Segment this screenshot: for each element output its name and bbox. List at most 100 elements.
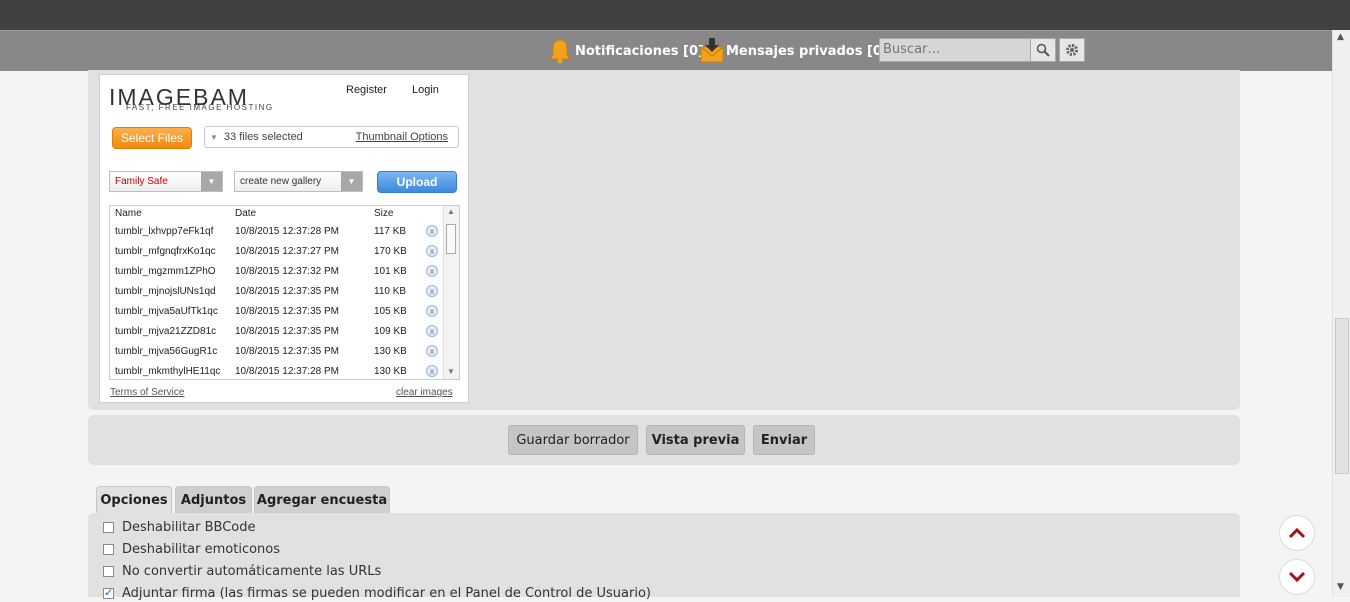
file-name: tumblr_mjva56GugR1c: [115, 346, 218, 357]
scrollbar-thumb[interactable]: [1335, 318, 1349, 474]
file-date: 10/8/2015 12:37:35 PM: [235, 346, 339, 357]
file-date: 10/8/2015 12:37:28 PM: [235, 366, 339, 377]
file-size: 105 KB: [374, 306, 407, 317]
remove-file-icon[interactable]: x: [426, 365, 438, 377]
column-date: Date: [235, 208, 257, 219]
bell-icon: [549, 39, 571, 64]
file-name: tumblr_mjnojslUNs1qd: [115, 286, 216, 297]
dropdown-arrow-icon: ▼: [201, 172, 222, 191]
scroll-up-arrow-icon[interactable]: ▲: [447, 207, 455, 216]
column-name: Name: [115, 208, 142, 219]
chevron-up-icon: [1288, 527, 1306, 539]
file-list-scrollbar[interactable]: ▲ ▼: [443, 206, 459, 379]
scroll-to-top-button[interactable]: [1279, 515, 1315, 551]
files-selected-text: 33 files selected: [223, 131, 303, 143]
upload-button[interactable]: Upload: [377, 171, 457, 193]
register-link[interactable]: Register: [346, 84, 387, 96]
clear-images-link[interactable]: clear images: [396, 387, 453, 398]
file-list-scroll-thumb[interactable]: [446, 224, 456, 254]
option-label: Deshabilitar emoticonos: [122, 541, 281, 557]
files-selected-box: ▼ 33 files selected Thumbnail Options: [204, 126, 459, 148]
file-row: tumblr_mjnojslUNs1qd 10/8/2015 12:37:35 …: [110, 282, 443, 302]
file-date: 10/8/2015 12:37:35 PM: [235, 326, 339, 337]
tab-attachments[interactable]: Adjuntos: [175, 486, 252, 513]
file-row: tumblr_mjva21ZZD81c 10/8/2015 12:37:35 P…: [110, 322, 443, 342]
option-disable-bbcode[interactable]: Deshabilitar BBCode: [103, 518, 256, 536]
file-size: 109 KB: [374, 326, 407, 337]
checkbox[interactable]: [103, 543, 114, 555]
option-label: Adjuntar firma (las firmas se pueden mod…: [122, 585, 651, 601]
notifications-link[interactable]: Notificaciones [0]: [575, 31, 704, 71]
option-label: Deshabilitar BBCode: [122, 519, 256, 535]
login-link[interactable]: Login: [412, 84, 439, 96]
scroll-down-arrow-icon[interactable]: ▼: [1337, 582, 1344, 592]
terms-of-service-link[interactable]: Terms of Service: [110, 387, 184, 398]
thumbnail-options-link[interactable]: Thumbnail Options: [356, 131, 448, 143]
file-date: 10/8/2015 12:37:32 PM: [235, 266, 339, 277]
advanced-search-button[interactable]: [1059, 38, 1085, 62]
checkbox[interactable]: [103, 565, 114, 577]
content-type-select[interactable]: Family Safe ▼: [109, 171, 223, 192]
file-name: tumblr_mgzmm1ZPhO: [115, 266, 216, 277]
save-draft-button[interactable]: Guardar borrador: [508, 425, 638, 455]
remove-file-icon[interactable]: x: [426, 325, 438, 337]
file-name: tumblr_mjva5aUfTk1qc: [115, 306, 218, 317]
private-messages-link[interactable]: Mensajes privados [0]: [726, 31, 888, 71]
file-row: tumblr_mfgnqfrxKo1qc 10/8/2015 12:37:27 …: [110, 242, 443, 262]
file-list-header: Name Date Size: [110, 206, 443, 222]
remove-file-icon[interactable]: x: [426, 265, 438, 277]
file-row: tumblr_mjva56GugR1c 10/8/2015 12:37:35 P…: [110, 342, 443, 362]
option-attach-signature[interactable]: Adjuntar firma (las firmas se pueden mod…: [103, 584, 651, 602]
file-size: 170 KB: [374, 246, 407, 257]
file-name: tumblr_lxhvpp7eFk1qf: [115, 226, 214, 237]
option-disable-magic-url[interactable]: No convertir automáticamente las URLs: [103, 562, 381, 580]
submit-button[interactable]: Enviar: [753, 425, 815, 455]
notifications-label: Notificaciones [0]: [575, 43, 704, 59]
header-bar: Notificaciones [0] Mensajes privados [0]: [0, 30, 1332, 71]
gallery-select[interactable]: create new gallery ▼: [234, 171, 363, 192]
file-date: 10/8/2015 12:37:35 PM: [235, 286, 339, 297]
checkbox[interactable]: [103, 521, 114, 533]
file-row: tumblr_mjva5aUfTk1qc 10/8/2015 12:37:35 …: [110, 302, 443, 322]
file-name: tumblr_mfgnqfrxKo1qc: [115, 246, 216, 257]
gear-icon: [1066, 44, 1078, 56]
file-date: 10/8/2015 12:37:35 PM: [235, 306, 339, 317]
search-icon: [1036, 43, 1050, 57]
file-size: 110 KB: [374, 286, 407, 297]
dropdown-arrow-icon: ▼: [341, 172, 362, 191]
file-row: tumblr_mgzmm1ZPhO 10/8/2015 12:37:32 PM …: [110, 262, 443, 282]
file-date: 10/8/2015 12:37:28 PM: [235, 226, 339, 237]
content-type-value: Family Safe: [115, 176, 168, 187]
preview-button[interactable]: Vista previa: [646, 425, 745, 455]
page-scrollbar[interactable]: ▲ ▼: [1332, 30, 1350, 597]
imagebam-uploader: IMAGEBAM FAST, FREE IMAGE HOSTING Regist…: [99, 74, 469, 403]
tab-add-poll[interactable]: Agregar encuesta: [254, 486, 390, 513]
scroll-up-arrow-icon[interactable]: ▲: [1337, 32, 1344, 42]
tab-options[interactable]: Opciones: [96, 486, 172, 513]
option-label: No convertir automáticamente las URLs: [122, 563, 382, 579]
gallery-value: create new gallery: [240, 176, 322, 187]
file-row: tumblr_mkmthylHE11qc 10/8/2015 12:37:28 …: [110, 362, 443, 379]
file-size: 117 KB: [374, 226, 407, 237]
file-row: tumblr_lxhvpp7eFk1qf 10/8/2015 12:37:28 …: [110, 222, 443, 242]
file-name: tumblr_mkmthylHE11qc: [115, 366, 221, 377]
remove-file-icon[interactable]: x: [426, 285, 438, 297]
remove-file-icon[interactable]: x: [426, 245, 438, 257]
search-button[interactable]: [1030, 38, 1056, 62]
option-disable-smilies[interactable]: Deshabilitar emoticonos: [103, 540, 280, 558]
remove-file-icon[interactable]: x: [426, 305, 438, 317]
file-size: 130 KB: [374, 366, 407, 377]
remove-file-icon[interactable]: x: [426, 345, 438, 357]
file-size: 101 KB: [374, 266, 407, 277]
select-files-button[interactable]: Select Files: [112, 127, 192, 149]
remove-file-icon[interactable]: x: [426, 225, 438, 237]
scroll-down-arrow-icon[interactable]: ▼: [447, 367, 455, 376]
file-size: 130 KB: [374, 346, 407, 357]
search-input[interactable]: [879, 38, 1032, 62]
inbox-icon: [700, 38, 724, 63]
file-date: 10/8/2015 12:37:27 PM: [235, 246, 339, 257]
messages-label: Mensajes privados [0]: [726, 43, 888, 59]
scroll-to-bottom-button[interactable]: [1279, 559, 1315, 595]
file-list: Name Date Size tumblr_lxhvpp7eFk1qf 10/8…: [109, 205, 460, 380]
triangle-down-icon: ▼: [210, 132, 218, 142]
